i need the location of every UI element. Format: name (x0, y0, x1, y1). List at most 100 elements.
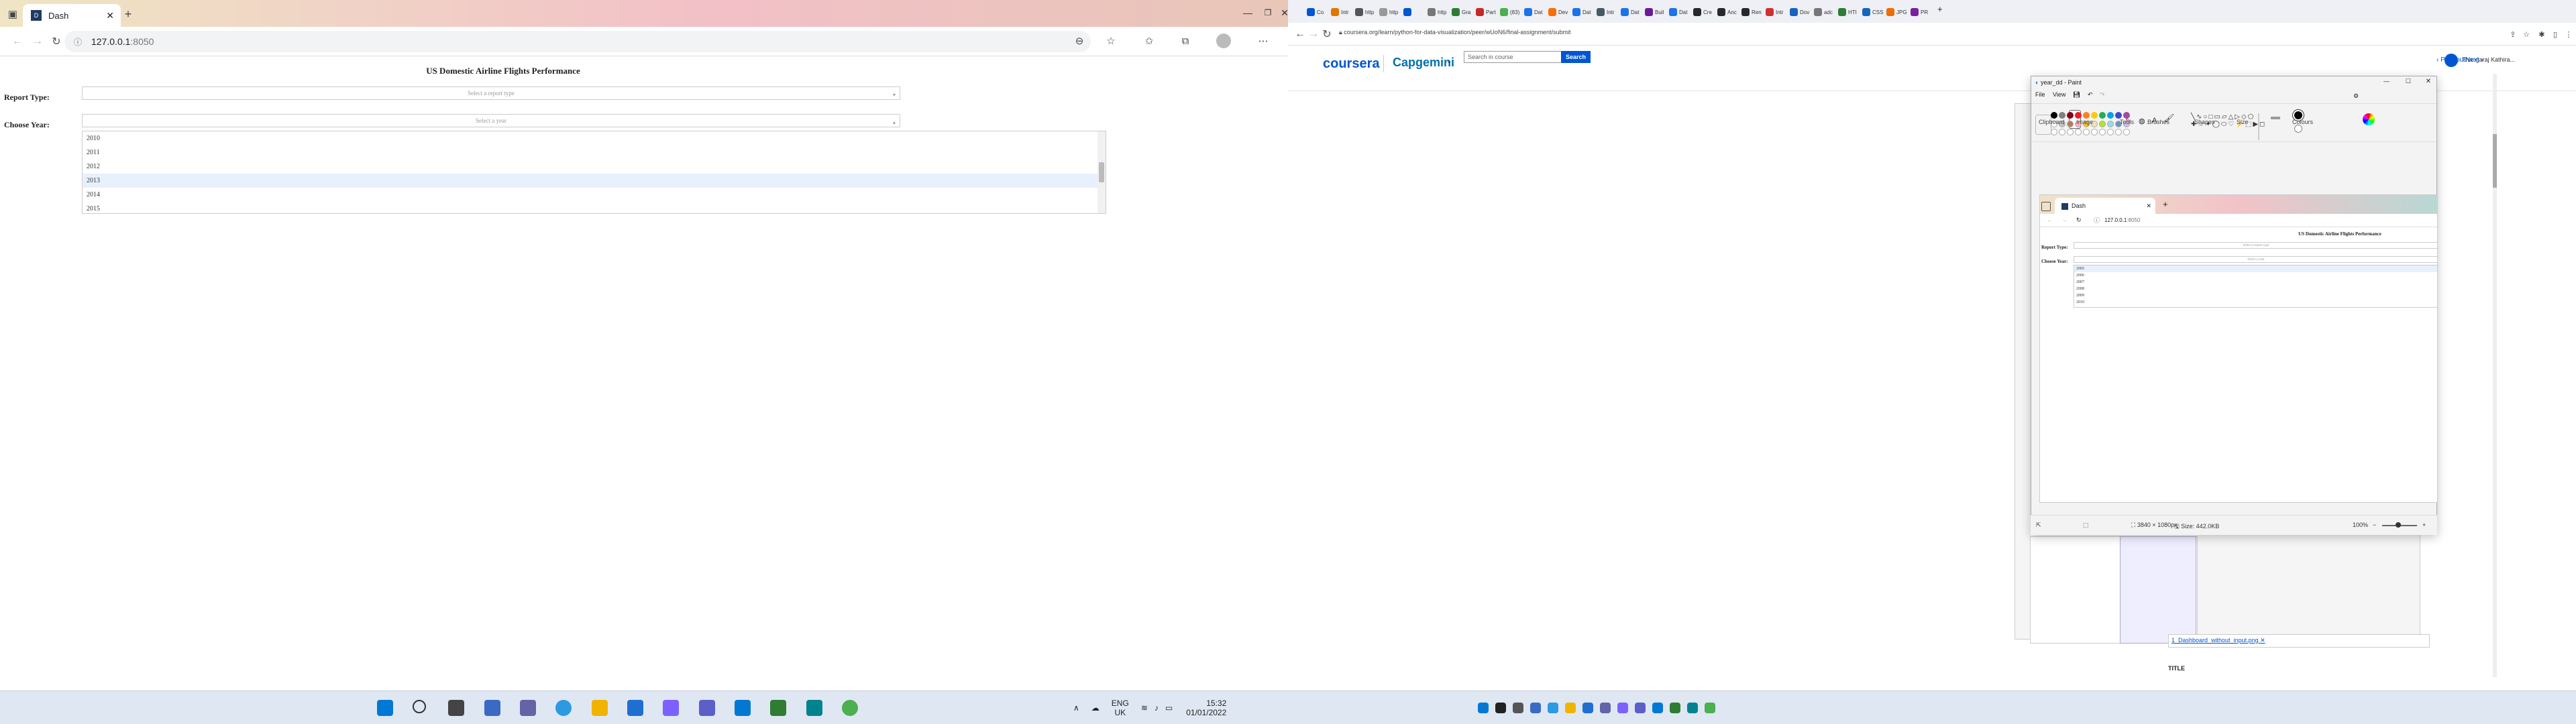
browser-tab[interactable]: Dev (1548, 5, 1570, 19)
year-option[interactable]: 2011 (83, 145, 1106, 160)
start-icon[interactable] (1478, 703, 1489, 713)
favorite-icon[interactable]: ☆ (1104, 34, 1118, 48)
paint-menu-view[interactable]: View (2053, 91, 2065, 98)
tab-dash[interactable]: D Dash ✕ (23, 4, 121, 27)
options-scrollbar[interactable] (1097, 131, 1106, 213)
favorites-icon[interactable]: ✩ (1142, 34, 1157, 48)
python-icon[interactable] (1705, 703, 1715, 713)
browser-tab[interactable]: Dov (1790, 5, 1812, 19)
browser-tab[interactable]: http (1428, 5, 1450, 19)
browser-tab[interactable]: Anc (1717, 5, 1739, 19)
browser-tab[interactable]: HTI (1838, 5, 1860, 19)
clock[interactable]: 15:32 01/01/2022 (1186, 699, 1226, 717)
previous-link[interactable]: ‹ Previous (2436, 56, 2467, 64)
color-swatch[interactable] (2091, 112, 2098, 119)
color-swatch[interactable] (2099, 129, 2106, 135)
new-tab-icon[interactable]: + (121, 7, 136, 21)
color-swatch[interactable] (2091, 129, 2098, 135)
search-icon[interactable] (413, 700, 426, 713)
reload-icon[interactable]: ↻ (1319, 26, 1335, 42)
sidebar-icon[interactable]: ▯ (2548, 27, 2563, 42)
color-swatch[interactable] (2123, 112, 2130, 119)
size-icon[interactable] (2271, 117, 2280, 119)
page-scrollbar[interactable] (2493, 74, 2497, 677)
browser-tab[interactable]: adc (1814, 5, 1836, 19)
year-option[interactable]: 2010 (83, 131, 1106, 145)
search-input[interactable]: Search in course (1464, 51, 1562, 63)
year-option[interactable]: 2014 (83, 188, 1106, 202)
more-menu-icon[interactable]: ⋮ (2561, 27, 2576, 42)
vscode-icon[interactable] (735, 700, 751, 716)
vscode-icon[interactable] (1652, 703, 1663, 713)
color-swatch[interactable] (2067, 129, 2074, 135)
browser-tab[interactable]: Dat (1621, 5, 1643, 19)
color-swatch[interactable] (2067, 121, 2074, 127)
browser-tab[interactable]: Dat (1524, 5, 1546, 19)
browser-tab[interactable]: Buil (1645, 5, 1667, 19)
edit-colors-icon[interactable] (2363, 113, 2375, 125)
more-menu-icon[interactable]: ⋯ (1256, 34, 1271, 48)
task-view-icon[interactable] (1513, 703, 1523, 713)
color-swatch[interactable] (2107, 129, 2114, 135)
color-swatch[interactable] (2075, 112, 2082, 119)
forward-icon[interactable]: → (30, 34, 46, 50)
color-swatch[interactable] (2099, 121, 2106, 127)
python-icon[interactable] (842, 700, 858, 716)
color-swatch[interactable] (2107, 112, 2114, 119)
url-field[interactable]: ⓘ 127.0.0.1:8050 (64, 31, 1091, 52)
browser-tab[interactable]: Dat (1669, 5, 1691, 19)
volume-icon[interactable]: ♪ (1155, 703, 1159, 713)
defender-icon[interactable] (770, 700, 786, 716)
file-explorer-icon[interactable] (592, 700, 608, 716)
browser-tab[interactable]: Co (1307, 5, 1329, 19)
tab-actions-icon[interactable]: ▣ (5, 7, 20, 21)
share-icon[interactable]: ⇪ (2506, 27, 2520, 42)
browser-tab[interactable]: CSS (1862, 5, 1884, 19)
year-option[interactable]: 2012 (83, 160, 1106, 174)
extensions-icon[interactable]: ✱ (2534, 27, 2549, 42)
browser-tab[interactable]: Ren (1741, 5, 1764, 19)
browser-tab[interactable]: Intr (1597, 5, 1619, 19)
close-window-icon[interactable]: ✕ (2426, 78, 2431, 85)
zoom-out-icon[interactable]: − (2373, 522, 2376, 528)
browser-tab[interactable]: (83) (1500, 5, 1522, 19)
zoom-in-icon[interactable]: + (2422, 522, 2426, 528)
secondary-color[interactable] (2294, 125, 2302, 133)
browser-tab[interactable] (1403, 5, 1426, 19)
file-explorer-icon[interactable] (1565, 703, 1576, 713)
color-swatch[interactable] (2123, 129, 2130, 135)
scrollbar-thumb[interactable] (2493, 134, 2497, 188)
color-swatch[interactable] (2115, 129, 2122, 135)
browser-tab[interactable]: Intr (1766, 5, 1788, 19)
zoom-slider-thumb[interactable] (2396, 522, 2401, 528)
year-option[interactable]: 2015 (83, 202, 1106, 213)
color-swatch[interactable] (2083, 112, 2090, 119)
app-icon[interactable] (1687, 703, 1698, 713)
browser-tab[interactable]: Intr (1331, 5, 1353, 19)
browser-tab[interactable]: Part (1476, 5, 1498, 19)
mail-icon[interactable] (1582, 703, 1593, 713)
next-link[interactable]: Next › (2465, 56, 2483, 64)
task-view-icon[interactable] (448, 700, 464, 716)
color-swatch[interactable] (2083, 129, 2090, 135)
color-swatch[interactable] (2051, 112, 2057, 119)
coursera-logo[interactable]: coursera (1323, 56, 1380, 72)
chevron-down-icon[interactable]: ⌄ (1446, 58, 1452, 65)
back-icon[interactable]: ← (9, 34, 25, 50)
zoom-slider[interactable] (2382, 522, 2417, 528)
scrollbar-thumb[interactable] (1099, 162, 1104, 182)
maximize-icon[interactable]: ☐ (2406, 78, 2411, 85)
report-type-dropdown[interactable]: Select a report type ▾ (82, 86, 900, 100)
search-icon[interactable] (1495, 703, 1506, 713)
browser-tab[interactable]: Cre (1693, 5, 1715, 19)
color-swatch[interactable] (2115, 112, 2122, 119)
chat-icon[interactable] (520, 700, 536, 716)
edge-icon[interactable] (555, 700, 572, 716)
widgets-icon[interactable] (1530, 703, 1541, 713)
wifi-icon[interactable]: ≋ (1141, 703, 1148, 713)
color-swatch[interactable] (2059, 129, 2065, 135)
new-tab-icon[interactable]: + (1937, 4, 1943, 14)
language-indicator[interactable]: ENG UK (1112, 699, 1129, 717)
settings-icon[interactable]: ⚙︎ (2353, 93, 2359, 100)
close-window-icon[interactable]: ✕ (1275, 5, 1288, 20)
